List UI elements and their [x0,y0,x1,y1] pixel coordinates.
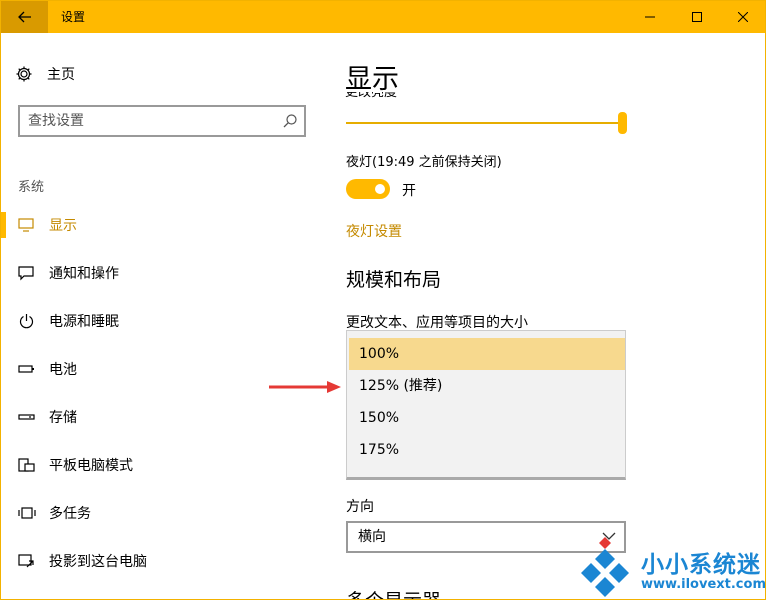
night-light-label: 夜灯(19:49 之前保持关闭) [346,155,502,170]
night-light-settings-link[interactable]: 夜灯设置 [346,221,402,241]
watermark-url: www.ilovext.com [641,577,766,592]
search-icon[interactable] [282,113,298,129]
multitask-icon [18,507,36,519]
page-title: 显示 [345,64,399,95]
search-input[interactable] [28,113,278,129]
scale-option-150[interactable]: 150% [349,402,625,434]
battery-icon [18,365,34,373]
night-light-toggle[interactable] [346,179,390,199]
brightness-slider-thumb[interactable] [618,112,627,134]
sidebar-item-label: 电池 [49,362,77,378]
maximize-icon [692,12,702,22]
scale-option-125[interactable]: 125% (推荐) [349,370,625,402]
close-button[interactable] [720,1,765,33]
sidebar-item-label: 显示 [49,218,77,234]
project-icon [18,554,34,568]
title-bar: 设置 [1,1,765,33]
night-light-state: 开 [402,183,416,199]
gear-icon [16,66,32,82]
monitor-icon [18,218,34,232]
window-title: 设置 [61,10,86,24]
sidebar-item-label: 多任务 [49,506,91,522]
watermark-text: 小小系统迷 [641,552,761,578]
sidebar-item-multitasking[interactable]: 多任务 [1,493,321,533]
brightness-label: 更改亮度 [345,92,398,100]
storage-icon [18,414,35,420]
red-arrow-annotation [269,381,341,393]
sidebar-item-label: 通知和操作 [49,266,119,282]
message-icon [18,266,34,281]
scale-label: 更改文本、应用等项目的大小 [346,315,528,331]
multiple-displays-heading: 多个显示器 [346,590,441,599]
sidebar-item-label: 平板电脑模式 [49,458,133,474]
orientation-label: 方向 [346,499,374,515]
brightness-slider-track[interactable] [346,122,622,124]
minimize-button[interactable] [627,1,673,33]
sidebar-item-storage[interactable]: 存储 [1,397,321,437]
sidebar-item-display[interactable]: 显示 [1,205,321,245]
back-button[interactable] [1,1,48,33]
arrow-left-icon [17,11,31,23]
sidebar-item-label: 存储 [49,410,77,426]
tablet-icon [18,458,35,472]
sidebar-item-label: 电源和睡眠 [49,314,119,330]
nav-section-label: 系统 [18,180,45,195]
sidebar-item-label: 投影到这台电脑 [49,554,147,570]
sidebar-item-notifications[interactable]: 通知和操作 [1,253,321,293]
maximize-button[interactable] [674,1,720,33]
scale-option-175[interactable]: 175% [349,434,625,466]
nav-home-label: 主页 [47,67,75,83]
search-box [18,105,306,137]
nav-home[interactable]: 主页 [15,61,75,87]
toggle-knob [375,184,385,194]
scale-dropdown-list: 100% 125% (推荐) 150% 175% [346,330,626,480]
watermark-logo-icon [581,537,629,597]
sidebar-item-tablet-mode[interactable]: 平板电脑模式 [1,445,321,485]
orientation-value: 横向 [358,529,386,545]
power-icon [19,314,34,329]
watermark: 小小系统迷 www.ilovext.com [575,531,766,599]
sidebar-item-power[interactable]: 电源和睡眠 [1,301,321,341]
sidebar-item-project[interactable]: 投影到这台电脑 [1,541,321,581]
settings-window: 设置 主页 系统 显示 [0,0,766,600]
close-icon [738,12,748,22]
scale-section-title: 规模和布局 [346,269,442,291]
minimize-icon [645,16,655,18]
scale-option-100[interactable]: 100% [349,338,625,370]
